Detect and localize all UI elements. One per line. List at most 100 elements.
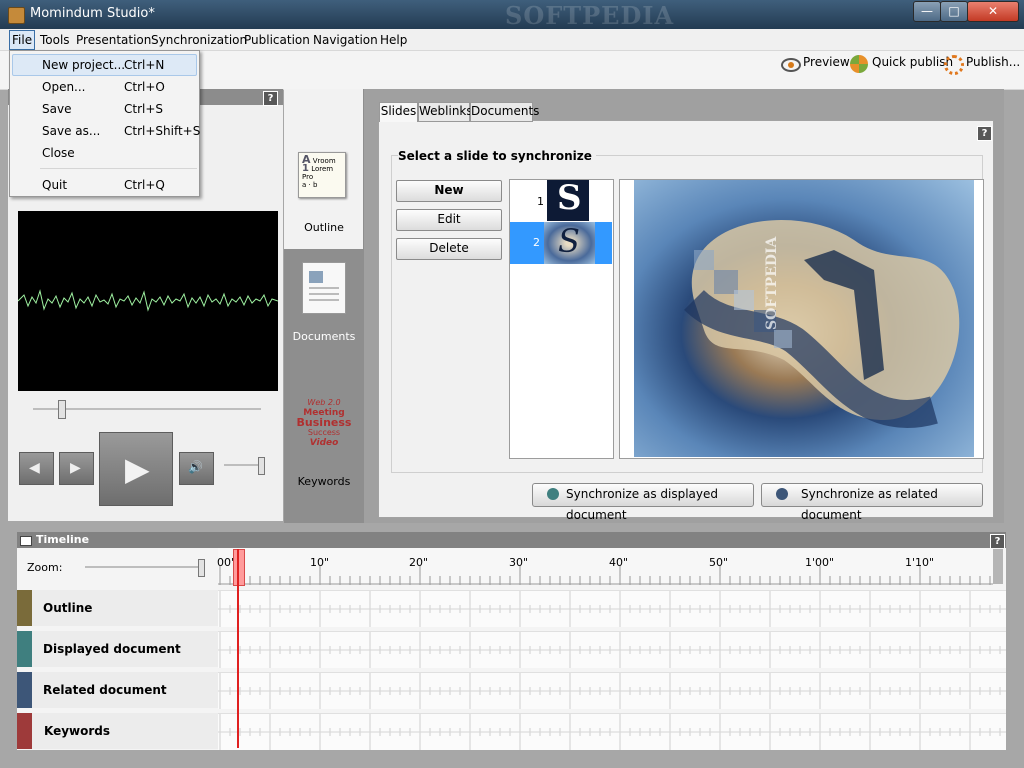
track-label: Related document bbox=[43, 683, 167, 697]
track-color-swatch bbox=[17, 631, 32, 667]
quick-publish-button[interactable]: Quick publish bbox=[872, 55, 953, 69]
previous-button[interactable]: ◀ bbox=[19, 452, 54, 485]
related-document-icon bbox=[776, 488, 788, 500]
ruler-scrollbar[interactable] bbox=[993, 549, 1003, 584]
sync-displayed-button[interactable]: Synchronize as displayed document bbox=[532, 483, 754, 522]
ruler-tick-label: 40" bbox=[609, 556, 629, 569]
timeline-title: Timeline bbox=[36, 533, 90, 546]
slide-number: 1 bbox=[537, 195, 544, 208]
file-menu-dropdown: New project... Ctrl+N Open... Ctrl+O Sav… bbox=[9, 50, 200, 197]
tab-slides[interactable]: Slides bbox=[379, 102, 418, 122]
sync-related-button[interactable]: Synchronize as related document bbox=[761, 483, 983, 522]
track-lane-keywords[interactable] bbox=[218, 713, 1006, 750]
preview-button[interactable]: Preview bbox=[803, 55, 850, 69]
seek-track bbox=[33, 408, 261, 410]
slide-thumbnail[interactable]: S bbox=[544, 222, 595, 264]
volume-button[interactable]: 🔊 bbox=[179, 452, 214, 485]
preview-watermark: SOFTPEDIA bbox=[764, 236, 780, 330]
video-preview bbox=[17, 211, 279, 391]
step-forward-button[interactable]: ▶ bbox=[59, 452, 94, 485]
slide-preview-image: SOFTPEDIA bbox=[634, 180, 974, 457]
tab-weblinks[interactable]: Weblinks bbox=[418, 102, 473, 122]
step-forward-icon: ▶ bbox=[70, 460, 81, 476]
menu-item-save[interactable]: Save Ctrl+S bbox=[10, 98, 199, 120]
minimize-button[interactable]: — bbox=[913, 1, 941, 22]
outline-thumbnail: A Vroom 1 Lorem Pro a · b bbox=[298, 152, 346, 198]
ruler-tick-label: 50" bbox=[709, 556, 729, 569]
slide-number: 2 bbox=[533, 236, 540, 249]
menu-navigation[interactable]: Navigation bbox=[313, 33, 378, 47]
sync-related-label: Synchronize as related document bbox=[801, 487, 938, 522]
zoom-slider[interactable] bbox=[198, 559, 205, 577]
volume-track bbox=[224, 464, 262, 466]
slide-thumbnail[interactable]: S bbox=[547, 178, 589, 221]
window-title: Momindum Studio* bbox=[30, 6, 155, 21]
category-outline[interactable]: A Vroom 1 Lorem Pro a · b Outline bbox=[284, 89, 363, 249]
track-lane-related-document[interactable] bbox=[218, 672, 1006, 709]
eye-icon bbox=[781, 58, 801, 72]
lane-grid bbox=[218, 632, 1006, 668]
slide-list[interactable] bbox=[509, 179, 614, 459]
volume-slider[interactable] bbox=[258, 457, 265, 475]
volume-icon: 🔊 bbox=[188, 460, 203, 474]
displayed-document-icon bbox=[547, 488, 559, 500]
waveform bbox=[17, 289, 279, 312]
keyword-cloud[interactable]: Web 2.0 Meeting Business Success Video bbox=[284, 398, 364, 448]
menu-presentation[interactable]: Presentation bbox=[76, 33, 151, 47]
edit-slide-button[interactable]: Edit bbox=[396, 209, 502, 231]
seek-slider[interactable] bbox=[58, 400, 66, 419]
track-color-swatch bbox=[17, 590, 32, 626]
menu-tools[interactable]: Tools bbox=[40, 33, 70, 47]
timeline-ruler[interactable] bbox=[218, 548, 993, 585]
ruler-tick-label: 20" bbox=[409, 556, 429, 569]
menu-item-save-as[interactable]: Save as... Ctrl+Shift+S bbox=[10, 120, 200, 142]
media-help-button[interactable]: ? bbox=[263, 91, 278, 106]
previous-icon: ◀ bbox=[29, 460, 40, 476]
category-outline-label: Outline bbox=[304, 221, 344, 234]
tab-documents[interactable]: Documents bbox=[470, 102, 539, 122]
ruler-ticks bbox=[218, 566, 993, 585]
menu-file[interactable]: File bbox=[12, 33, 32, 47]
delete-slide-button[interactable]: Delete bbox=[396, 238, 502, 260]
menu-item-open[interactable]: Open... Ctrl+O bbox=[10, 76, 199, 98]
menu-item-quit[interactable]: Quit Ctrl+Q bbox=[10, 174, 199, 196]
play-button[interactable]: ▶ bbox=[99, 432, 173, 506]
timeline-header: Timeline bbox=[17, 532, 1006, 548]
ruler-tick-label: 1'00" bbox=[805, 556, 835, 569]
ruler-tick-label: 1'10" bbox=[905, 556, 935, 569]
app-icon bbox=[8, 7, 25, 24]
track-label: Outline bbox=[43, 601, 93, 615]
category-documents-label[interactable]: Documents bbox=[284, 330, 364, 343]
publish-button[interactable]: Publish... bbox=[966, 55, 1020, 69]
playhead-handle[interactable] bbox=[233, 549, 245, 586]
documents-thumbnail[interactable] bbox=[302, 262, 346, 314]
slide-sync-title: Select a slide to synchronize bbox=[398, 149, 596, 163]
menu-item-new-project[interactable]: New project... Ctrl+N bbox=[10, 54, 199, 76]
slides-help-button[interactable]: ? bbox=[977, 126, 992, 141]
ruler-tick-label: 10" bbox=[310, 556, 330, 569]
category-keywords-label[interactable]: Keywords bbox=[284, 475, 364, 488]
sync-displayed-label: Synchronize as displayed document bbox=[566, 487, 719, 522]
lane-grid bbox=[218, 673, 1006, 709]
publish-icon bbox=[944, 55, 964, 75]
menu-synchronization[interactable]: Synchronization bbox=[151, 33, 247, 47]
play-icon: ▶ bbox=[125, 450, 150, 488]
track-lane-outline[interactable] bbox=[218, 590, 1006, 627]
lane-grid bbox=[218, 714, 1006, 750]
maximize-button[interactable]: □ bbox=[940, 1, 968, 22]
menu-separator bbox=[40, 168, 197, 169]
menu-publication[interactable]: Publication bbox=[244, 33, 310, 47]
zoom-track bbox=[85, 566, 201, 568]
playhead bbox=[237, 549, 239, 748]
new-slide-button[interactable]: New bbox=[396, 180, 502, 202]
track-color-swatch bbox=[17, 672, 32, 708]
menu-help[interactable]: Help bbox=[380, 33, 407, 47]
close-button[interactable]: ✕ bbox=[967, 1, 1019, 22]
track-lane-displayed-document[interactable] bbox=[218, 631, 1006, 668]
preview-artwork bbox=[684, 220, 960, 428]
quick-publish-icon bbox=[850, 55, 868, 73]
timeline-help-button[interactable]: ? bbox=[990, 534, 1005, 549]
track-label: Keywords bbox=[44, 724, 111, 738]
zoom-label: Zoom: bbox=[27, 561, 63, 574]
menu-item-close[interactable]: Close bbox=[10, 142, 199, 164]
